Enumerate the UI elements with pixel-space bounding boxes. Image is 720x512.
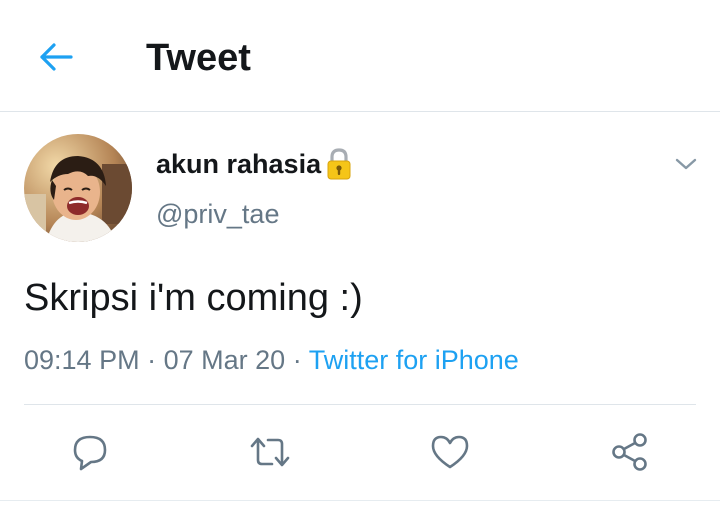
avatar[interactable]	[24, 134, 132, 242]
profile-photo	[24, 134, 132, 242]
top-app-bar: Tweet	[0, 0, 720, 112]
heart-icon	[431, 435, 469, 469]
tweet-detail-screen: Tweet akun rahasia @priv_tae Skripsi i'm…	[0, 0, 720, 512]
divider	[0, 500, 720, 501]
meta-separator: ·	[292, 345, 302, 375]
page-title: Tweet	[146, 37, 251, 79]
author-name-row[interactable]: akun rahasia	[156, 146, 353, 182]
retweet-icon	[250, 437, 290, 467]
like-button[interactable]	[426, 428, 474, 476]
share-button[interactable]	[606, 428, 654, 476]
reply-button[interactable]	[66, 428, 114, 476]
author-name: akun rahasia	[156, 149, 322, 179]
chevron-down-icon	[675, 158, 697, 170]
tweet-menu-button[interactable]	[668, 146, 704, 182]
retweet-button[interactable]	[246, 428, 294, 476]
tweet-metadata: 09:14 PM · 07 Mar 20 · Twitter for iPhon…	[24, 342, 519, 378]
tweet-text: Skripsi i'm coming :)	[24, 277, 363, 319]
lock-emoji-icon	[325, 147, 353, 181]
reply-icon	[73, 435, 107, 471]
author-handle[interactable]: @priv_tae	[156, 196, 279, 232]
tweet-date: 07 Mar 20	[163, 345, 286, 375]
share-icon	[612, 433, 647, 471]
arrow-left-icon	[40, 43, 73, 71]
meta-separator: ·	[147, 345, 157, 375]
tweet-source-link[interactable]: Twitter for iPhone	[309, 345, 519, 375]
divider	[24, 404, 696, 405]
back-button[interactable]	[30, 34, 82, 80]
tweet-time: 09:14 PM	[24, 345, 140, 375]
